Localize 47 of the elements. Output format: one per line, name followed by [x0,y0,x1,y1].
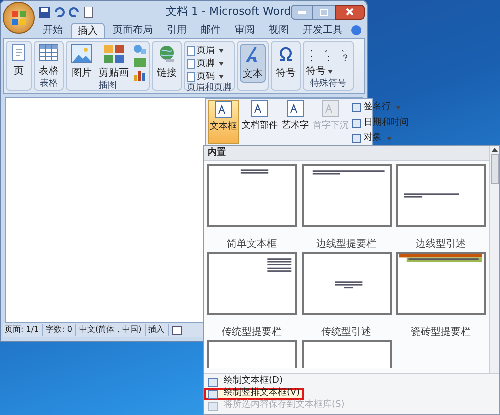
ribbon-button[interactable]: 符号 [274,44,298,81]
ribbon-tab[interactable]: 开发工具 [297,23,349,38]
status-text: 字数: 0 [46,324,76,336]
symbol-key[interactable]: ； [306,54,317,64]
ribbon-button[interactable]: 表格 [37,44,61,79]
ribbon-small-button[interactable]: 页脚 [187,57,224,70]
text-menu-item[interactable]: 对象 [352,132,409,146]
gallery-item-label: 传统型提要栏 [222,326,282,340]
symbol-key[interactable]: ： [323,54,334,64]
group-label: 页眉和页脚 [187,83,232,94]
gallery-item-label: 简单文本框 [227,238,278,252]
status-text: 页面: 1/1 [5,324,44,336]
gallery-command[interactable]: 绘制文本框(D) [204,376,287,388]
window-title: 文档 1 - Microsoft Word [166,4,292,20]
group-label: 特殊符号 [310,79,348,90]
symbol-key[interactable]: ， [306,44,317,54]
ribbon-button[interactable]: 图片 [69,44,95,81]
gallery-item-label: 传统型引述 [321,326,372,340]
group-label: 插图 [98,81,118,92]
ribbon-tab[interactable]: 引用 [161,23,193,38]
ribbon-button[interactable]: 剪贴画 [97,44,131,81]
gallery-item-label: 瓷砖型提要栏 [410,326,471,340]
ribbon-button[interactable]: 页 [9,44,29,79]
ribbon-tab[interactable]: 邮件 [195,23,227,38]
text-menu-button[interactable]: 艺术字 [281,100,310,144]
gallery-command[interactable]: 绘制竖排文本框(V) [204,388,304,400]
ribbon-tab[interactable]: 开始 [37,23,69,38]
ribbon-small-button[interactable]: 页眉 [187,44,224,57]
ribbon-tab[interactable]: 审阅 [229,23,261,38]
ribbon-button[interactable]: 文本 [240,44,266,83]
symbol-key[interactable]: ？ [340,54,351,64]
text-menu-button[interactable]: 文本框 [208,100,239,144]
symbol-key[interactable]: 。 [323,44,334,54]
status-text: 插入 [148,324,169,336]
ribbon-tab[interactable]: 页面布局 [107,23,159,38]
ribbon-tab[interactable]: 视图 [263,23,295,38]
ribbon-button[interactable]: 链接 [155,44,179,81]
group-label: 表格 [39,79,59,90]
gallery-header: 内置 [204,146,489,161]
text-menu-button[interactable]: 文档部件 [241,100,279,144]
symbol-dropdown[interactable]: 符号 [306,64,351,79]
symbol-key[interactable]: 、 [340,44,351,54]
gallery-item-label: 边线型提要栏 [316,238,376,252]
ribbon-small-button[interactable]: 页码 [187,70,224,83]
gallery-item-label: 边线型引述 [416,238,466,252]
ribbon-tab[interactable]: 插入 [71,23,105,38]
status-text: 中文(简体，中国) [79,324,146,336]
